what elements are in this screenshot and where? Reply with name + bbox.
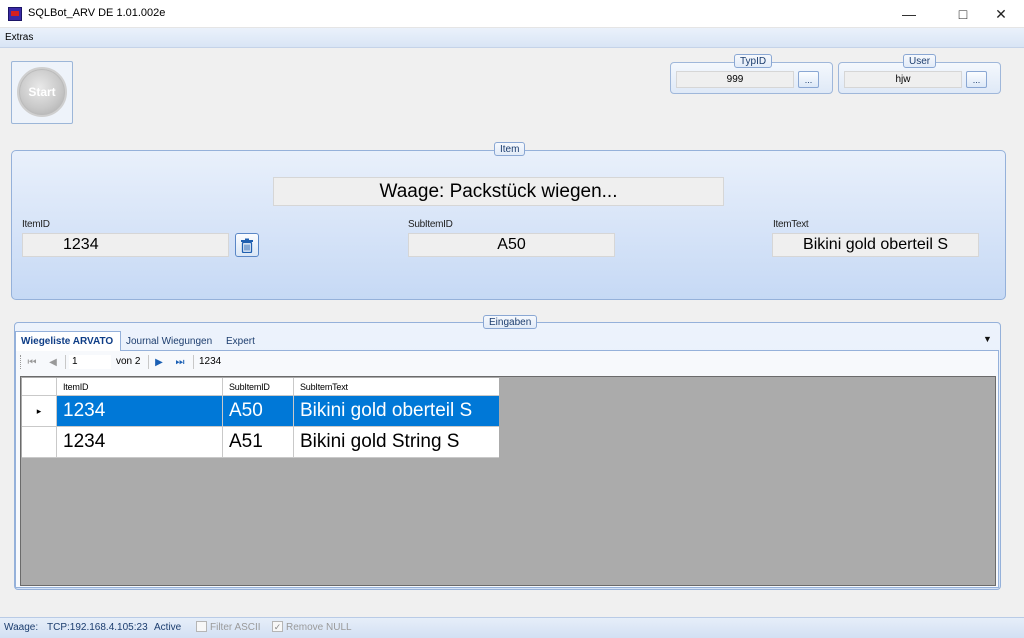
app-icon: [8, 7, 22, 21]
tab-wiegeliste-arvato[interactable]: Wiegeliste ARVATO: [15, 331, 121, 351]
tab-dropdown-icon[interactable]: ▼: [983, 334, 992, 344]
tab-journal-wiegungen[interactable]: Journal Wiegungen: [121, 331, 217, 351]
row-header-corner: [22, 378, 57, 395]
move-previous-icon[interactable]: ◀: [46, 355, 60, 369]
start-button[interactable]: Start: [17, 67, 67, 117]
table-row[interactable]: ▸ 1234 A50 Bikini gold oberteil S: [22, 396, 499, 427]
navigator-separator: [193, 355, 194, 369]
grid-header: ItemID SubItemID SubItemText: [22, 378, 499, 396]
title-bar: SQLBot_ARV DE 1.01.002e — □ ✕: [0, 0, 1024, 28]
move-first-icon[interactable]: ⏮: [25, 355, 39, 369]
minimize-button[interactable]: —: [886, 0, 932, 28]
clear-item-button[interactable]: [235, 233, 259, 257]
cell-itemid[interactable]: 1234: [57, 396, 223, 426]
user-field[interactable]: hjw: [844, 71, 962, 88]
itemid-label: ItemID: [22, 219, 50, 230]
data-grid[interactable]: ItemID SubItemID SubItemText ▸ 1234 A50 …: [20, 376, 996, 586]
filter-ascii-label: Filter ASCII: [210, 622, 261, 633]
typid-field[interactable]: 999: [676, 71, 794, 88]
status-message: Waage: Packstück wiegen...: [273, 177, 724, 206]
filter-ascii-checkbox[interactable]: [196, 621, 207, 632]
cell-subitemtext[interactable]: Bikini gold String S: [294, 427, 499, 457]
column-header-subitemid[interactable]: SubItemID: [223, 378, 294, 395]
status-tcp: TCP:192.168.4.105:23: [47, 622, 148, 633]
count-label: von 2: [116, 356, 141, 367]
tab-expert[interactable]: Expert: [221, 331, 260, 351]
item-group-title: Item: [494, 142, 526, 156]
navigator-separator: [65, 355, 66, 369]
item-group: Waage: Packstück wiegen... ItemID 1234 S…: [11, 150, 1006, 300]
cell-subitemtext[interactable]: Bikini gold oberteil S: [294, 396, 499, 426]
column-header-itemid[interactable]: ItemID: [57, 378, 223, 395]
menu-bar: Extras: [0, 28, 1024, 48]
cell-subitemid[interactable]: A51: [223, 427, 294, 457]
user-group-title: User: [903, 54, 937, 68]
position-input[interactable]: 1: [69, 355, 111, 369]
column-header-subitemtext[interactable]: SubItemText: [294, 378, 499, 395]
eingaben-group-title: Eingaben: [483, 315, 538, 329]
navigator-grip: [20, 355, 22, 369]
remove-null-label: Remove NULL: [286, 622, 352, 633]
typid-group-title: TypID: [734, 54, 773, 68]
status-state: Active: [154, 622, 182, 633]
remove-null-checkbox[interactable]: ✓: [272, 621, 283, 632]
row-indicator-icon: ▸: [22, 396, 57, 426]
typid-browse-button[interactable]: ...: [798, 71, 819, 88]
navigator-value: 1234: [199, 356, 222, 367]
row-header: [22, 427, 57, 457]
user-browse-button[interactable]: ...: [966, 71, 987, 88]
subitemid-label: SubItemID: [408, 219, 453, 230]
move-next-icon[interactable]: ▶: [152, 355, 166, 369]
close-button[interactable]: ✕: [978, 0, 1024, 28]
itemid-field[interactable]: 1234: [22, 233, 229, 257]
subitemid-field[interactable]: A50: [408, 233, 615, 257]
itemtext-label: ItemText: [773, 219, 809, 230]
cell-itemid[interactable]: 1234: [57, 427, 223, 457]
trash-icon: [241, 238, 253, 253]
menu-item-extras[interactable]: Extras: [5, 32, 33, 43]
status-waage: Waage:: [4, 622, 39, 633]
table-row[interactable]: 1234 A51 Bikini gold String S: [22, 427, 499, 458]
navigator-separator: [148, 355, 149, 369]
itemtext-field[interactable]: Bikini gold oberteil S: [772, 233, 979, 257]
cell-subitemid[interactable]: A50: [223, 396, 294, 426]
move-last-icon[interactable]: ⏭: [173, 355, 187, 369]
window-title: SQLBot_ARV DE 1.01.002e: [28, 7, 166, 19]
start-frame: Start: [11, 61, 73, 124]
